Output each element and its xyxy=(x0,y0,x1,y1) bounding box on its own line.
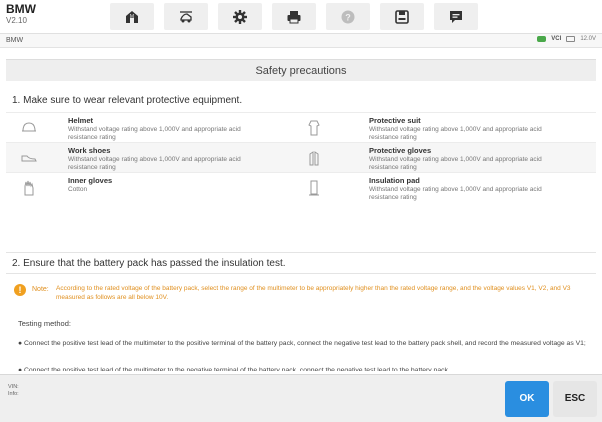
equipment-description: Withstand voltage rating above 1,000V an… xyxy=(68,126,241,141)
insulation-pad-icon xyxy=(309,180,319,196)
svg-text:M: M xyxy=(130,14,134,20)
helmet-icon xyxy=(22,122,36,132)
breadcrumb: BMW xyxy=(6,37,24,44)
app-brand: BMW V2.10 xyxy=(6,3,36,26)
battery-voltage: 12.0V xyxy=(580,36,596,42)
save-icon xyxy=(395,9,409,24)
esc-button[interactable]: ESC xyxy=(553,381,597,417)
battery-icon xyxy=(566,36,576,42)
equipment-item: Insulation pad Withstand voltage rating … xyxy=(301,173,596,203)
note-label: Note: xyxy=(32,286,49,293)
equipment-item: Protective suit Withstand voltage rating… xyxy=(301,113,596,143)
protective-suit-icon xyxy=(308,120,320,136)
app-name: BMW xyxy=(6,2,36,16)
footer-bar: VIN: Info: OK ESC xyxy=(0,374,602,422)
note-text: According to the rated voltage of the ba… xyxy=(56,285,571,301)
info-label: Info: xyxy=(8,391,19,397)
equipment-description: Withstand voltage rating above 1,000V an… xyxy=(68,156,241,171)
equipment-row: Helmet Withstand voltage rating above 1,… xyxy=(6,112,596,142)
equipment-item: Inner gloves Cotton xyxy=(6,173,301,203)
status-indicators: VCI 12.0V xyxy=(537,36,596,42)
page-title: Safety precautions xyxy=(6,59,596,81)
vehicle-connection-icon xyxy=(537,36,547,42)
print-button[interactable] xyxy=(272,3,316,30)
work-shoes-icon xyxy=(21,155,37,162)
settings-button[interactable] xyxy=(218,3,262,30)
vin-label: VIN: xyxy=(8,384,19,390)
protective-gloves-icon xyxy=(309,151,319,166)
equipment-description: Cotton xyxy=(68,186,88,193)
equipment-title: Insulation pad xyxy=(369,176,420,185)
home-icon: M xyxy=(126,10,138,23)
chat-icon xyxy=(450,10,462,23)
save-button[interactable] xyxy=(380,3,424,30)
ok-button[interactable]: OK xyxy=(505,381,549,417)
equipment-item: Protective gloves Withstand voltage rati… xyxy=(301,143,596,173)
svg-text:?: ? xyxy=(345,12,351,22)
top-toolbar: BMW V2.10 M ? xyxy=(0,0,602,34)
printer-icon xyxy=(287,10,301,23)
vehicle-lift-icon xyxy=(180,10,192,22)
equipment-title: Protective suit xyxy=(369,116,421,125)
testing-method-label: Testing method: xyxy=(18,319,71,328)
equipment-item: Work shoes Withstand voltage rating abov… xyxy=(6,143,301,173)
equipment-title: Protective gloves xyxy=(369,146,432,155)
equipment-description: Withstand voltage rating above 1,000V an… xyxy=(369,126,542,141)
vehicle-info: VIN: Info: xyxy=(8,384,19,398)
gear-icon xyxy=(233,9,247,24)
testing-step: ● Connect the positive test lead of the … xyxy=(18,340,586,347)
equipment-row: Inner gloves Cotton Insulation pad Withs… xyxy=(6,172,596,202)
equipment-title: Helmet xyxy=(68,116,94,125)
vehicle-lift-button[interactable] xyxy=(164,3,208,30)
chat-button[interactable] xyxy=(434,3,478,30)
equipment-title: Work shoes xyxy=(68,146,111,155)
vci-indicator: VCI xyxy=(551,36,562,42)
home-button[interactable]: M xyxy=(110,3,154,30)
inner-gloves-icon xyxy=(24,180,34,196)
equipment-grid: Helmet Withstand voltage rating above 1,… xyxy=(6,112,596,202)
status-bar: BMW VCI 12.0V xyxy=(0,34,602,48)
equipment-item: Helmet Withstand voltage rating above 1,… xyxy=(6,113,301,143)
equipment-title: Inner gloves xyxy=(68,176,113,185)
equipment-description: Withstand voltage rating above 1,000V an… xyxy=(369,186,542,201)
help-button[interactable]: ? xyxy=(326,3,370,30)
equipment-description: Withstand voltage rating above 1,000V an… xyxy=(369,156,542,171)
section-heading-equipment: 1. Make sure to wear relevant protective… xyxy=(12,95,243,106)
testing-step: ● Connect the positive test lead of the … xyxy=(18,367,448,371)
section-heading-insulation: 2. Ensure that the battery pack has pass… xyxy=(6,252,596,274)
help-icon: ? xyxy=(341,10,355,23)
app-version: V2.10 xyxy=(6,16,27,25)
warning-icon: ! xyxy=(14,284,26,296)
equipment-row: Work shoes Withstand voltage rating abov… xyxy=(6,142,596,172)
